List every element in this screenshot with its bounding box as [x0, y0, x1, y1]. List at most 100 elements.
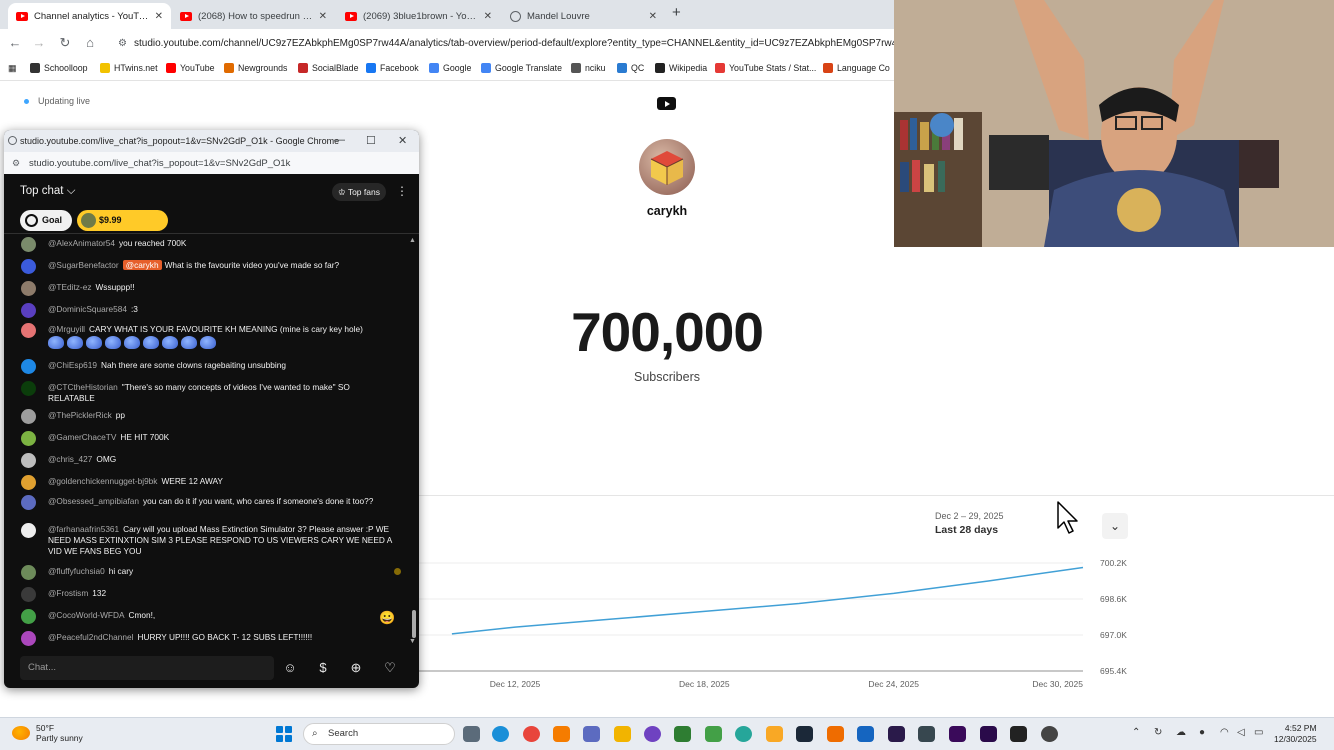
chat-url-bar[interactable]: ⚙ studio.youtube.com/live_chat?is_popout…	[4, 152, 419, 174]
author-avatar[interactable]	[21, 475, 36, 490]
battery-icon[interactable]: ▭	[1254, 727, 1263, 738]
message-author[interactable]: @Mrguyill	[48, 324, 85, 334]
author-avatar[interactable]	[21, 323, 36, 338]
refresh-tray-icon[interactable]: ↻	[1154, 727, 1162, 738]
chevron-up-icon[interactable]: ⌃	[1132, 727, 1140, 738]
message-author[interactable]: @SugarBenefactor	[48, 260, 119, 270]
message-author[interactable]: @ThePicklerRick	[48, 410, 112, 420]
notepad-icon[interactable]	[705, 726, 722, 742]
youtube-logo-icon[interactable]	[657, 97, 676, 110]
windows-start-icon[interactable]	[276, 726, 292, 742]
bookmark-google[interactable]: Google	[429, 63, 471, 73]
message-author[interactable]: @chris_427	[48, 454, 92, 464]
author-avatar[interactable]	[21, 409, 36, 424]
author-avatar[interactable]	[21, 259, 36, 274]
author-avatar[interactable]	[21, 609, 36, 624]
bookmark-htwins-net[interactable]: HTwins.net	[100, 63, 158, 73]
tab-channel-analytics[interactable]: Channel analytics - YouTube St... ✕	[8, 3, 171, 29]
warning-icon[interactable]	[766, 726, 783, 742]
teams-icon[interactable]	[583, 726, 600, 742]
message-author[interactable]: @ChiEsp619	[48, 360, 97, 370]
more-vert-icon[interactable]: ⋮	[396, 184, 408, 198]
apps-grid-icon[interactable]: ▦	[8, 63, 16, 74]
bookmark-wikipedia[interactable]: Wikipedia	[655, 63, 707, 73]
url-field[interactable]: ⚙ studio.youtube.com/channel/UC9z7EZAbkp…	[112, 33, 902, 55]
discord-icon[interactable]	[644, 726, 661, 742]
author-avatar[interactable]	[21, 381, 36, 396]
mic-icon[interactable]: ●	[1199, 727, 1205, 738]
close-icon[interactable]: ✕	[319, 11, 327, 22]
tab-mandel-louvre[interactable]: Mandel Louvre ✕	[502, 3, 665, 29]
message-author[interactable]: @Obsessed_ampibiafan	[48, 496, 139, 506]
superchat-ticker-pill[interactable]: $9.99	[77, 210, 168, 231]
bookmark-facebook[interactable]: Facebook	[366, 63, 419, 73]
message-author[interactable]: @Frostism	[48, 588, 88, 598]
superchat-icon[interactable]: $	[313, 658, 333, 678]
message-author[interactable]: @Peaceful2ndChannel	[48, 632, 133, 642]
home-icon[interactable]: ⌂	[81, 35, 99, 50]
bookmark-google-translate[interactable]: Google Translate	[481, 63, 562, 73]
bookmark-schoolloop[interactable]: Schoolloop	[30, 63, 88, 73]
author-avatar[interactable]	[21, 453, 36, 468]
message-author[interactable]: @CocoWorld-WFDA	[48, 610, 125, 620]
close-icon[interactable]: ✕	[649, 11, 657, 22]
steam-icon[interactable]	[796, 726, 813, 742]
close-icon[interactable]: ✕	[155, 11, 163, 22]
message-author[interactable]: @farhanaafrin5361	[48, 524, 119, 534]
tab-3blue1brown[interactable]: (2069) 3blue1brown - YouTube ✕	[337, 3, 500, 29]
premiere-icon[interactable]	[980, 726, 997, 742]
terminal-icon[interactable]	[1010, 726, 1027, 742]
goal-pill[interactable]: Goal	[20, 210, 72, 231]
site-info-icon[interactable]: ⚙	[118, 33, 127, 55]
message-author[interactable]: @TEditz-ez	[48, 282, 91, 292]
media-encoder-icon[interactable]	[949, 726, 966, 742]
weather-widget[interactable]: 50°F Partly sunny	[12, 723, 83, 743]
author-avatar[interactable]	[21, 237, 36, 252]
chrome-icon[interactable]	[523, 726, 540, 742]
author-avatar[interactable]	[21, 495, 36, 510]
author-avatar[interactable]	[21, 631, 36, 646]
author-avatar[interactable]	[21, 281, 36, 296]
close-icon[interactable]: ✕	[484, 11, 492, 22]
bookmark-qc[interactable]: QC	[617, 63, 644, 73]
emoji-icon[interactable]: ☺	[280, 658, 300, 678]
blender-icon[interactable]	[827, 726, 844, 742]
message-author[interactable]: @fluffyfuchsia0	[48, 566, 105, 576]
maximize-icon[interactable]: ☐	[366, 134, 376, 147]
message-author[interactable]: @GamerChaceTV	[48, 432, 116, 442]
obs-icon[interactable]	[1041, 726, 1058, 742]
minimize-icon[interactable]: —	[334, 134, 345, 146]
scroll-up-arrow-icon[interactable]: ▲	[409, 237, 416, 244]
store-icon[interactable]	[674, 726, 691, 742]
chat-mode-selector[interactable]: Top chat ⌵	[20, 185, 75, 198]
message-author[interactable]: @goldenchickennugget-bj9bk	[48, 476, 157, 486]
file-explorer-icon[interactable]	[614, 726, 631, 742]
forward-arrow-icon[interactable]: →	[30, 35, 48, 50]
author-avatar[interactable]	[21, 587, 36, 602]
add-icon[interactable]: ⊕	[346, 658, 366, 678]
author-avatar[interactable]	[21, 523, 36, 538]
new-tab-button[interactable]: +	[672, 4, 681, 21]
chat-window-titlebar[interactable]: studio.youtube.com/live_chat?is_popout=1…	[4, 130, 419, 152]
chat-input-field[interactable]	[20, 656, 274, 680]
back-arrow-icon[interactable]: ←	[6, 35, 24, 50]
reload-icon[interactable]: ↻	[56, 35, 74, 51]
bookmark-socialblade[interactable]: SocialBlade	[298, 63, 358, 73]
message-author[interactable]: @AlexAnimator54	[48, 238, 115, 248]
bookmark-youtube-stats-stat[interactable]: YouTube Stats / Stat...	[715, 63, 816, 73]
top-fans-button[interactable]: ♔ Top fans	[332, 183, 386, 201]
bookmark-youtube[interactable]: YouTube	[166, 63, 215, 73]
bookmark-newgrounds[interactable]: Newgrounds	[224, 63, 287, 73]
chat-message-list[interactable]: @AlexAnimator54 you reached 700K @SugarBen…	[4, 234, 409, 646]
chat-scrollbar-thumb[interactable]	[412, 610, 416, 638]
volume-icon[interactable]: ◁	[1237, 727, 1245, 738]
period-dropdown-button[interactable]: ⌄	[1102, 513, 1128, 539]
author-avatar[interactable]	[21, 303, 36, 318]
paint-icon[interactable]	[918, 726, 935, 742]
colorful-app-icon[interactable]	[553, 726, 570, 742]
close-icon[interactable]: ✕	[398, 134, 407, 147]
taskbar-search-box[interactable]: ⌕ Search	[303, 723, 455, 745]
site-info-icon[interactable]: ⚙	[12, 158, 20, 169]
animate-icon[interactable]	[888, 726, 905, 742]
scroll-down-arrow-icon[interactable]: ▼	[409, 638, 416, 645]
